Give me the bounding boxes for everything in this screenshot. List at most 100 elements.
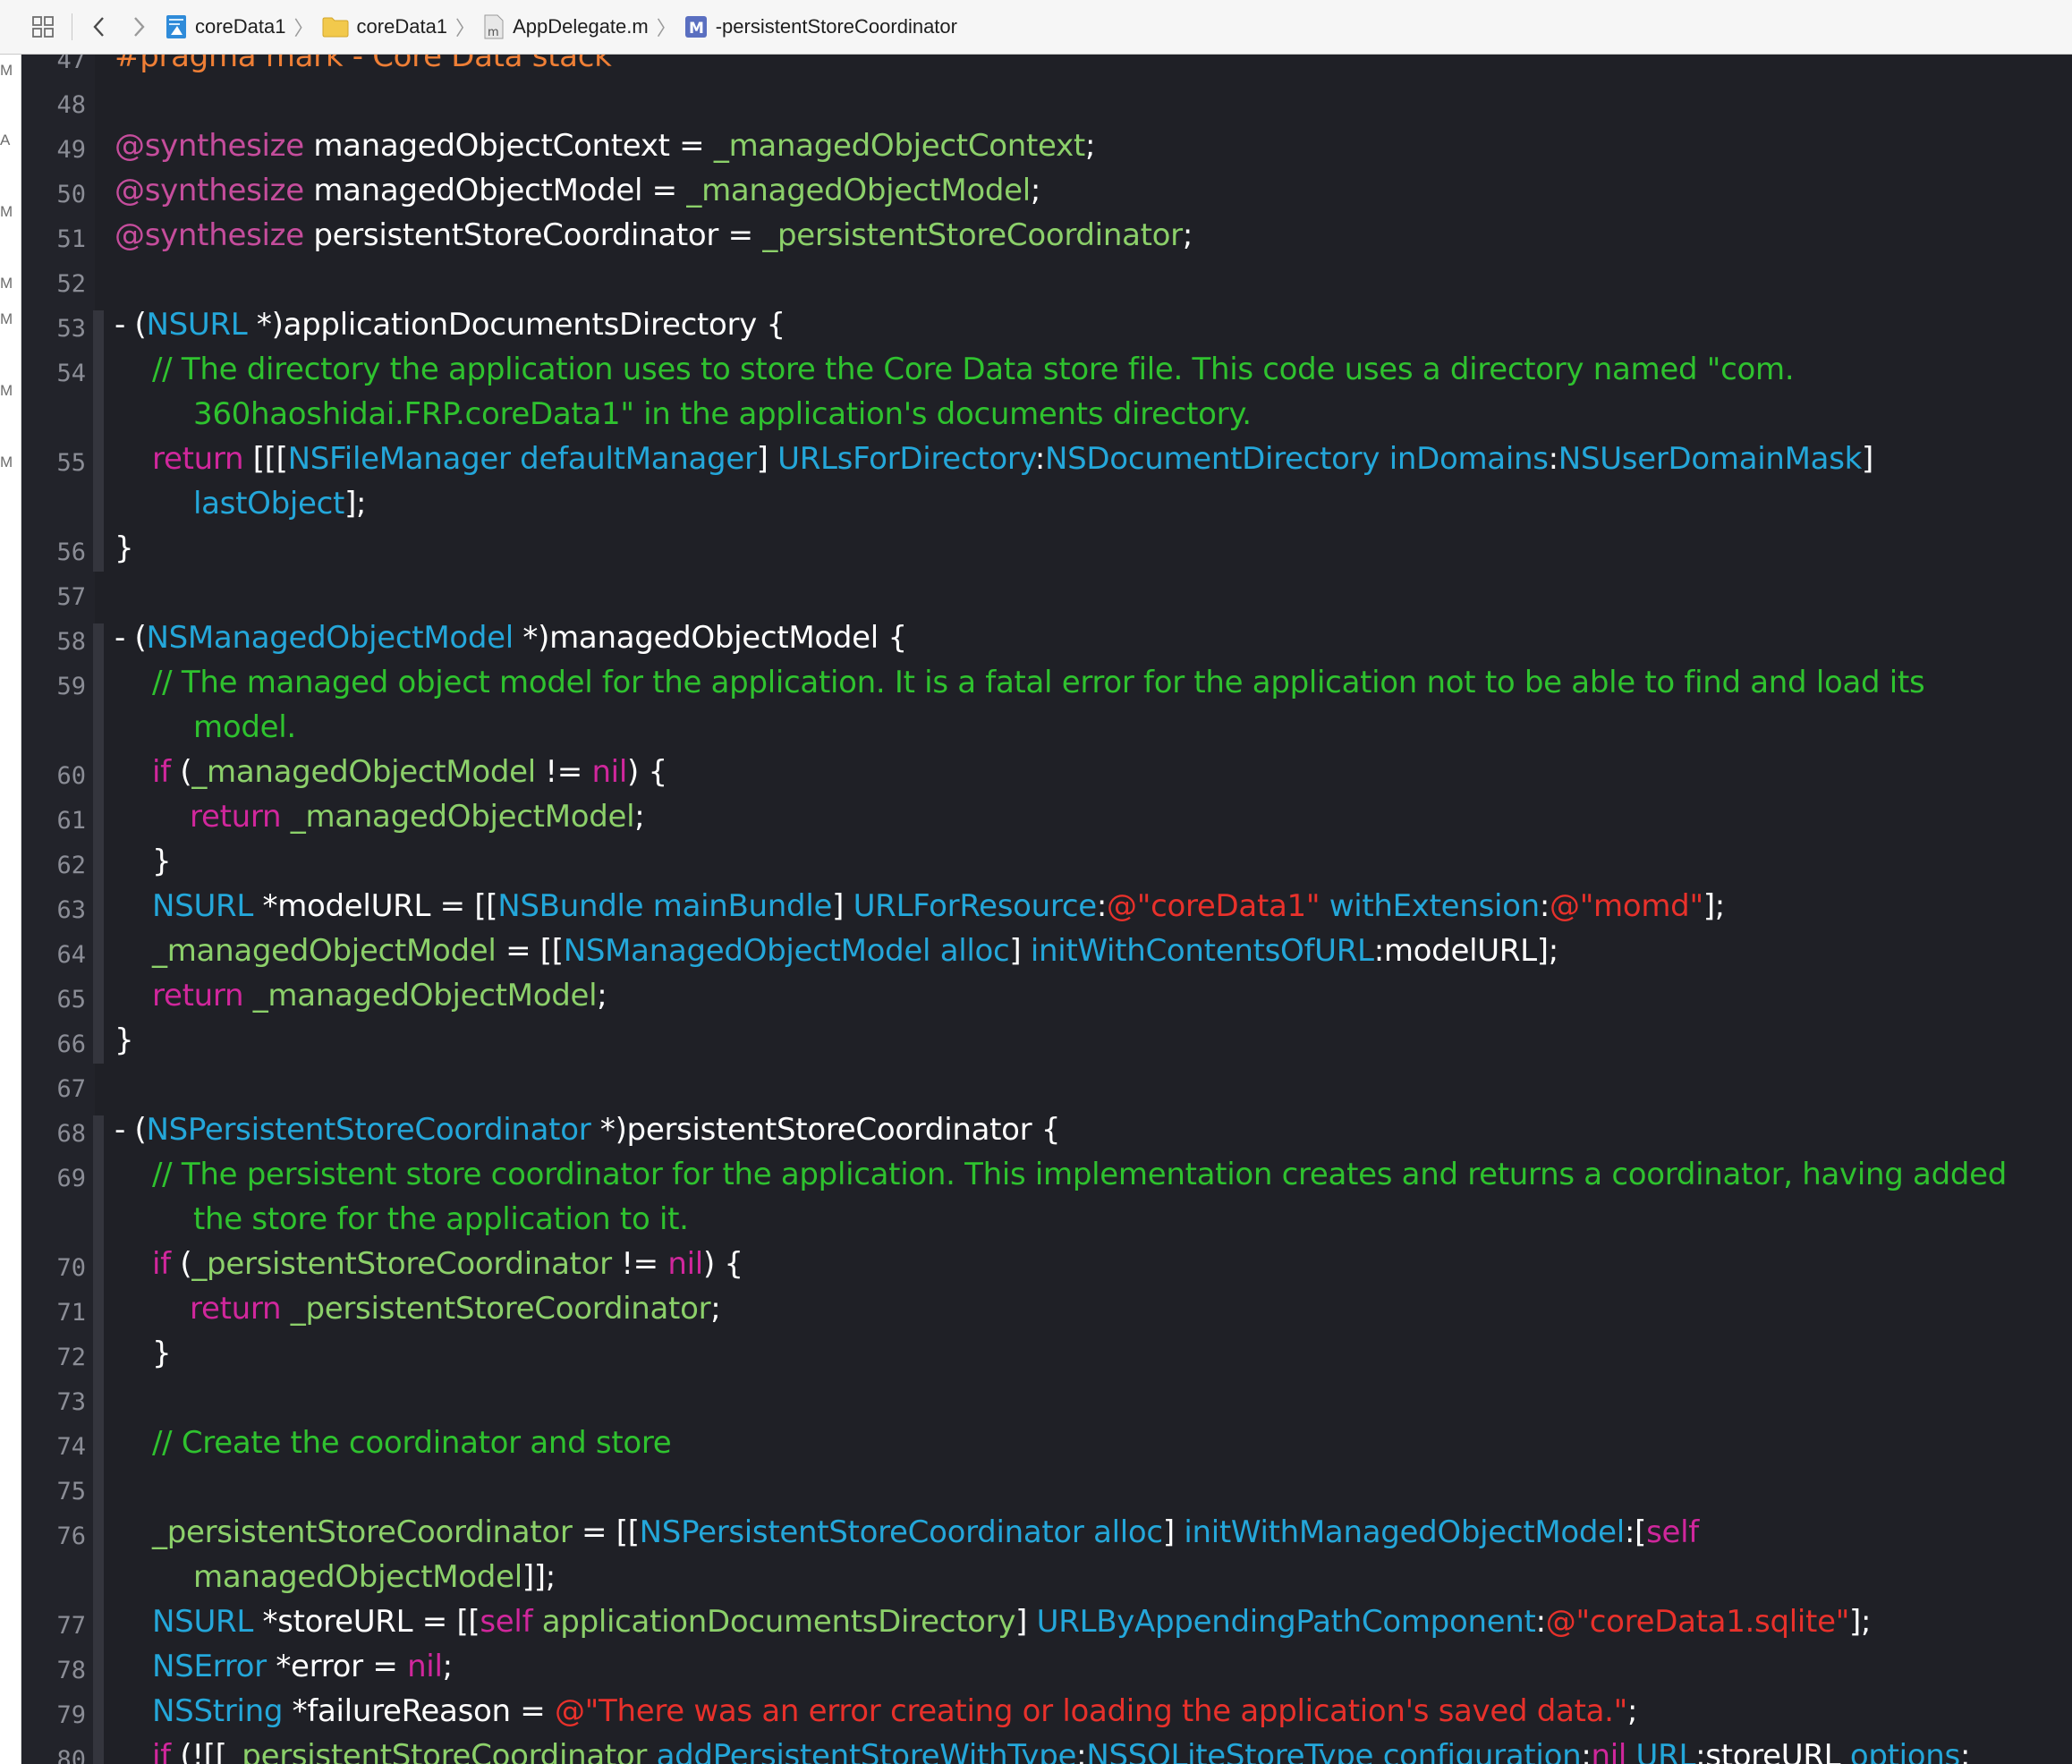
code-token: ; bbox=[1182, 217, 1193, 253]
code-token: ; bbox=[442, 1649, 453, 1684]
code-token: ] bbox=[832, 888, 853, 924]
forward-button[interactable] bbox=[119, 7, 158, 47]
breadcrumb-group[interactable]: coreData1 bbox=[322, 0, 447, 54]
code-fold-ribbon[interactable] bbox=[93, 623, 104, 1064]
code-token: _managedObjectModel bbox=[686, 173, 1031, 208]
code-token: ( bbox=[170, 1246, 192, 1282]
line-number: 55 bbox=[56, 449, 86, 477]
code-line[interactable]: @synthesize managedObjectContext = _mana… bbox=[115, 128, 1095, 164]
code-line[interactable]: if (_managedObjectModel != nil) { bbox=[115, 754, 667, 790]
status-mark: M bbox=[0, 275, 13, 292]
line-number: 73 bbox=[56, 1388, 86, 1416]
code-line[interactable]: return _managedObjectModel; bbox=[115, 799, 645, 835]
code-token: : bbox=[1539, 888, 1550, 924]
code-line[interactable]: // The managed object model for the appl… bbox=[115, 665, 1925, 700]
related-items-icon[interactable] bbox=[23, 7, 63, 47]
code-token: initWithManagedObjectModel bbox=[1184, 1514, 1625, 1550]
code-token: NSPersistentStoreCoordinator bbox=[639, 1514, 1084, 1550]
code-line[interactable]: @synthesize managedObjectModel = _manage… bbox=[115, 173, 1040, 208]
code-token: ; bbox=[634, 799, 645, 835]
code-line[interactable]: } bbox=[115, 530, 134, 566]
code-line-continuation[interactable]: lastObject]; bbox=[193, 486, 366, 522]
breadcrumb-project[interactable]: coreData1 bbox=[166, 0, 286, 54]
line-number: 61 bbox=[56, 807, 86, 835]
code-line-continuation[interactable]: managedObjectModel]]; bbox=[193, 1559, 556, 1595]
code-token: the store for the application to it. bbox=[193, 1201, 689, 1237]
code-line[interactable]: } bbox=[115, 844, 172, 879]
code-token: } bbox=[115, 1336, 172, 1371]
code-line[interactable]: NSString *failureReason = @"There was an… bbox=[115, 1693, 1637, 1729]
code-token: return bbox=[115, 441, 244, 477]
code-line[interactable]: return [[[NSFileManager defaultManager] … bbox=[115, 441, 1873, 477]
code-token: _managedObjectModel bbox=[115, 933, 497, 969]
code-token: configuration bbox=[1382, 1738, 1582, 1764]
code-token: URL bbox=[1635, 1738, 1696, 1764]
code-token: = [[ bbox=[572, 1514, 640, 1550]
code-editor[interactable]: 47 #pragma mark - Core Data stack 48 49 @syn… bbox=[21, 55, 2072, 1764]
code-line[interactable]: return _persistentStoreCoordinator; bbox=[115, 1291, 721, 1327]
back-button[interactable] bbox=[80, 7, 119, 47]
code-token: NSString bbox=[115, 1693, 284, 1729]
line-number: 74 bbox=[56, 1433, 86, 1461]
code-line[interactable]: // The directory the application uses to… bbox=[115, 352, 1795, 387]
code-line[interactable]: // Create the coordinator and store bbox=[115, 1425, 672, 1461]
breadcrumb-separator-icon: 〉 bbox=[293, 17, 314, 39]
breadcrumb-label: -persistentStoreCoordinator bbox=[715, 15, 957, 38]
code-line[interactable]: - (NSURL *)applicationDocumentsDirectory… bbox=[115, 307, 785, 343]
code-line[interactable]: } bbox=[115, 1336, 172, 1371]
folder-icon bbox=[322, 16, 349, 38]
status-mark: M bbox=[0, 203, 13, 220]
code-token: persistentStoreCoordinator = bbox=[303, 217, 763, 253]
code-line[interactable]: } bbox=[115, 1022, 134, 1058]
code-token: options bbox=[1849, 1738, 1960, 1764]
code-token: _persistentStoreCoordinator bbox=[762, 217, 1183, 253]
code-fold-ribbon[interactable] bbox=[93, 1115, 104, 1764]
code-line-continuation[interactable]: model. bbox=[193, 709, 296, 745]
objc-implementation-file-icon: m bbox=[483, 14, 505, 39]
breadcrumb-method[interactable]: M -persistentStoreCoordinator bbox=[684, 0, 957, 54]
code-line[interactable]: // The persistent store coordinator for … bbox=[115, 1157, 2007, 1192]
code-token: NSURL bbox=[115, 888, 253, 924]
line-number: 75 bbox=[56, 1478, 86, 1505]
code-token: _managedObjectModel bbox=[290, 799, 635, 835]
code-token: : bbox=[1076, 1738, 1087, 1764]
code-token: : bbox=[1034, 441, 1046, 477]
code-token: NSURL bbox=[146, 307, 248, 343]
source-control-status-strip: M A M M M M M bbox=[0, 55, 21, 1764]
code-token: *)managedObjectModel { bbox=[513, 620, 907, 656]
code-token: - ( bbox=[115, 620, 147, 656]
code-token: @"momd" bbox=[1550, 888, 1703, 924]
code-token: if bbox=[115, 754, 171, 790]
code-line[interactable]: #pragma mark - Core Data stack bbox=[115, 55, 612, 74]
code-line[interactable]: if (_persistentStoreCoordinator != nil) … bbox=[115, 1246, 743, 1282]
code-line[interactable]: NSURL *modelURL = [[NSBundle mainBundle]… bbox=[115, 888, 1725, 924]
code-line[interactable]: @synthesize persistentStoreCoordinator =… bbox=[115, 217, 1193, 253]
code-token: alloc bbox=[930, 933, 1010, 969]
code-token: *error = bbox=[266, 1649, 408, 1684]
code-line[interactable]: _persistentStoreCoordinator = [[NSPersis… bbox=[115, 1514, 1699, 1550]
breadcrumb-file[interactable]: m AppDelegate.m bbox=[483, 0, 649, 54]
code-line[interactable]: - (NSManagedObjectModel *)managedObjectM… bbox=[115, 620, 907, 656]
code-token: } bbox=[115, 844, 172, 879]
code-token: ] bbox=[1015, 1604, 1037, 1640]
code-line[interactable]: NSURL *storeURL = [[self applicationDocu… bbox=[115, 1604, 1871, 1640]
line-number: 64 bbox=[56, 941, 86, 969]
code-line[interactable]: return _managedObjectModel; bbox=[115, 978, 607, 1013]
code-line[interactable]: NSError *error = nil; bbox=[115, 1649, 453, 1684]
code-token: // The persistent store coordinator for … bbox=[115, 1157, 2008, 1192]
code-line[interactable]: if (![[_persistentStoreCoordinator addPe… bbox=[115, 1738, 1970, 1764]
code-token: *failureReason = bbox=[283, 1693, 555, 1729]
code-fold-ribbon[interactable] bbox=[93, 310, 104, 572]
code-token: != bbox=[611, 1246, 668, 1282]
code-token: model. bbox=[193, 709, 296, 745]
code-line[interactable]: _managedObjectModel = [[NSManagedObjectM… bbox=[115, 933, 1558, 969]
code-line-continuation[interactable]: 360haoshidai.FRP.coreData1" in the appli… bbox=[193, 396, 1252, 432]
code-token: ] bbox=[1862, 441, 1873, 477]
code-line[interactable]: - (NSPersistentStoreCoordinator *)persis… bbox=[115, 1112, 1060, 1148]
code-token: @synthesize bbox=[115, 128, 304, 164]
code-line-continuation[interactable]: the store for the application to it. bbox=[193, 1201, 689, 1237]
code-token: return bbox=[115, 978, 244, 1013]
breadcrumb-separator-icon: 〉 bbox=[455, 17, 476, 39]
